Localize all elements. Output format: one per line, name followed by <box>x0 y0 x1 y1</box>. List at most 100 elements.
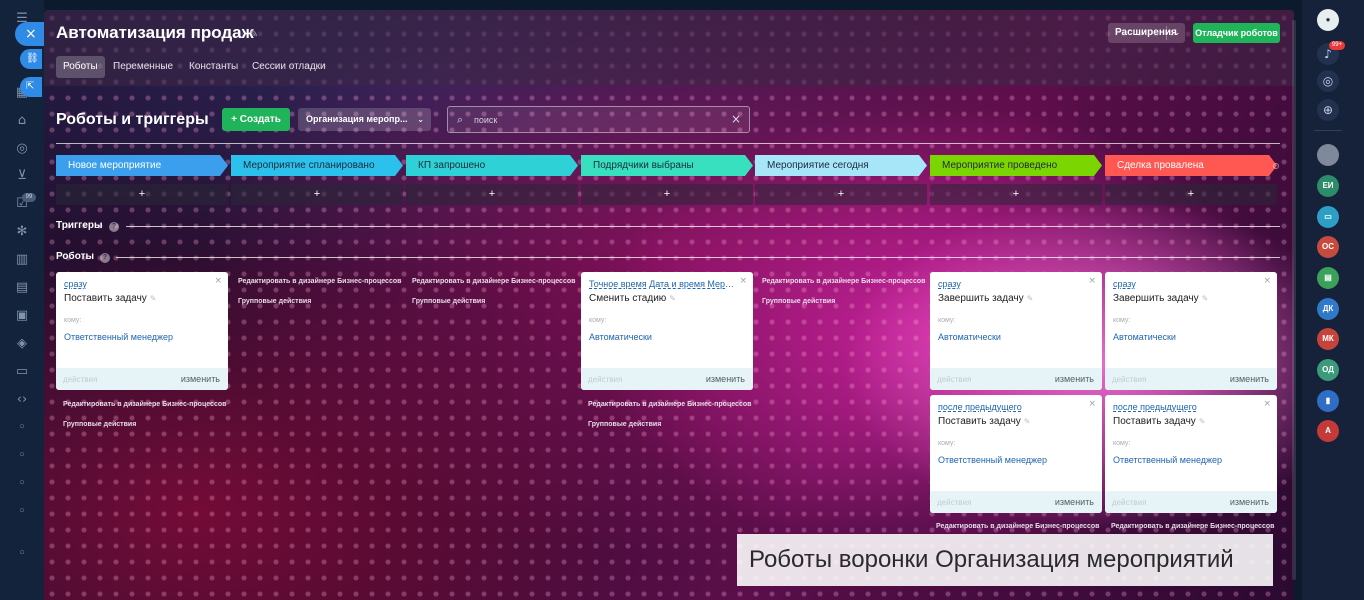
contact-avatar-bookmark[interactable]: ▮ <box>1317 390 1339 412</box>
more-icon[interactable]: ◦ <box>13 545 31 563</box>
pipeline-select[interactable]: Организация меропр... ⌄ <box>298 108 431 131</box>
contact-avatar-a[interactable]: А <box>1317 420 1339 442</box>
pin-icon[interactable]: ✎ <box>249 27 258 40</box>
edit-in-designer-link[interactable]: Редактировать в дизайнере Бизнес-процесс… <box>762 278 925 285</box>
close-icon[interactable]: × <box>739 276 747 286</box>
robot-delay-link[interactable]: сразу <box>938 279 961 289</box>
robot-actions-button[interactable]: действия <box>1112 498 1146 507</box>
contact-avatar-ei[interactable]: ЕИ <box>1317 175 1339 197</box>
robot-debugger-button[interactable]: Отладчик роботов <box>1193 23 1280 43</box>
user-avatar[interactable]: ● <box>1317 9 1339 31</box>
add-trigger-button[interactable]: + <box>231 184 403 205</box>
robot-card[interactable]: сразу × Завершить задачу ✎ кому: Автомати… <box>930 272 1102 390</box>
stage-settings-icon[interactable] <box>1273 163 1279 169</box>
close-icon[interactable]: × <box>1263 399 1271 409</box>
stage-event-today[interactable]: Мероприятие сегодня <box>755 155 927 176</box>
code-icon[interactable]: ‹› <box>13 391 31 409</box>
contact-avatar-od[interactable]: ОД <box>1317 359 1339 381</box>
contact-avatar-chat[interactable]: ▭ <box>1317 206 1339 228</box>
robot-card[interactable]: сразу × Поставить задачу ✎ кому: Ответств… <box>56 272 228 390</box>
robot-actions-button[interactable]: действия <box>63 375 97 384</box>
app-icon-3[interactable]: ◦ <box>13 475 31 493</box>
contact-avatar-mk[interactable]: МК <box>1317 328 1339 350</box>
store-icon[interactable]: ⌂ <box>13 112 31 130</box>
stage-new-event[interactable]: Новое мероприятие <box>56 155 228 176</box>
stage-deal-failed[interactable]: Сделка провалена <box>1105 155 1277 176</box>
pencil-icon[interactable]: ✎ <box>1202 294 1209 303</box>
robot-actions-button[interactable]: действия <box>937 375 971 384</box>
app-icon-mo[interactable]: ◦ <box>13 419 31 437</box>
add-trigger-button[interactable]: + <box>56 184 228 205</box>
create-button[interactable]: + Создать <box>222 108 290 131</box>
close-icon[interactable]: × <box>1088 399 1096 409</box>
search-box[interactable]: ⌕ × <box>447 106 750 133</box>
search-people-icon[interactable]: ⊕ <box>1317 99 1339 121</box>
edit-in-designer-link[interactable]: Редактировать в дизайнере Бизнес-процесс… <box>412 278 575 285</box>
contact-avatar-os[interactable]: ОС <box>1317 236 1339 258</box>
close-icon[interactable]: × <box>1263 276 1271 286</box>
extensions-button[interactable]: Расширения ⌄ <box>1108 23 1185 43</box>
robot-change-button[interactable]: изменить <box>1230 497 1269 507</box>
search-input[interactable] <box>474 112 724 127</box>
tab-variables[interactable]: Переменные <box>106 56 180 78</box>
contact-avatar-group[interactable]: ▤ <box>1317 267 1339 289</box>
contact-avatar-1[interactable] <box>1317 144 1339 166</box>
pencil-icon[interactable]: ✎ <box>150 294 157 303</box>
group-actions-link[interactable]: Групповые действия <box>412 298 485 305</box>
pencil-icon[interactable]: ✎ <box>1027 294 1034 303</box>
chevron-down-icon[interactable]: ⌄ <box>1173 23 1180 43</box>
app-icon-2[interactable]: ◦ <box>13 447 31 465</box>
robot-icon[interactable]: ▣ <box>13 307 31 325</box>
tab-robots[interactable]: Роботы <box>56 56 105 78</box>
stage-contractors-selected[interactable]: Подрядчики выбраны <box>581 155 753 176</box>
close-icon[interactable]: × <box>214 276 222 286</box>
settings-icon[interactable]: ✻ <box>13 223 31 241</box>
link-icon[interactable]: ⛓ <box>20 49 42 69</box>
target-icon[interactable]: ◎ <box>13 140 31 158</box>
help-icon[interactable]: ? <box>100 253 110 263</box>
add-trigger-button[interactable]: + <box>581 184 753 205</box>
robot-card[interactable]: после предыдущего × Поставить задачу ✎ ко… <box>1105 395 1277 513</box>
close-icon[interactable]: × <box>1088 276 1096 286</box>
pencil-icon[interactable]: ✎ <box>1024 417 1031 426</box>
pencil-icon[interactable]: ✎ <box>1199 417 1206 426</box>
pencil-icon[interactable]: ✎ <box>669 294 676 303</box>
edit-in-designer-link[interactable]: Редактировать в дизайнере Бизнес-процесс… <box>936 523 1099 530</box>
robot-delay-link[interactable]: Точное время Дата и время Мероприятия <box>589 279 739 289</box>
robot-change-button[interactable]: изменить <box>181 374 220 384</box>
add-trigger-button[interactable]: + <box>406 184 578 205</box>
edit-in-designer-link[interactable]: Редактировать в дизайнере Бизнес-процесс… <box>238 278 401 285</box>
robot-card[interactable]: Точное время Дата и время Мероприятия × … <box>581 272 753 390</box>
contacts-icon[interactable]: ▤ <box>13 279 31 297</box>
app-icon-4[interactable]: ◦ <box>13 503 31 521</box>
contact-avatar-dk[interactable]: ДК <box>1317 298 1339 320</box>
tab-constants[interactable]: Константы <box>182 56 245 78</box>
help-icon[interactable]: ? <box>109 222 119 232</box>
robot-actions-button[interactable]: действия <box>1112 375 1146 384</box>
robot-delay-link[interactable]: сразу <box>64 279 87 289</box>
robot-change-button[interactable]: изменить <box>1055 374 1094 384</box>
open-new-window-icon[interactable]: ⇱ <box>20 77 42 97</box>
scrollbar[interactable] <box>1292 20 1296 580</box>
robot-change-button[interactable]: изменить <box>1055 497 1094 507</box>
copilot-icon[interactable]: ◎ <box>1317 70 1339 92</box>
cart-icon[interactable]: ⊻ <box>13 167 31 185</box>
edit-in-designer-link[interactable]: Редактировать в дизайнере Бизнес-процесс… <box>1111 523 1274 530</box>
robot-card[interactable]: после предыдущего × Поставить задачу ✎ ко… <box>930 395 1102 513</box>
tab-debug-sessions[interactable]: Сессии отладки <box>245 56 333 78</box>
group-actions-link[interactable]: Групповые действия <box>762 298 835 305</box>
edit-in-designer-link[interactable]: Редактировать в дизайнере Бизнес-процесс… <box>588 401 751 408</box>
close-icon[interactable]: × <box>15 22 47 46</box>
analytics-icon[interactable]: ▥ <box>13 251 31 269</box>
add-trigger-button[interactable]: + <box>930 184 1102 205</box>
stage-event-held[interactable]: Мероприятие проведено <box>930 155 1102 176</box>
robot-actions-button[interactable]: действия <box>937 498 971 507</box>
clear-icon[interactable]: × <box>731 112 741 126</box>
stage-event-planned[interactable]: Мероприятие спланировано <box>231 155 403 176</box>
robot-change-button[interactable]: изменить <box>1230 374 1269 384</box>
robot-change-button[interactable]: изменить <box>706 374 745 384</box>
robot-delay-link[interactable]: после предыдущего <box>1113 402 1197 412</box>
robot-actions-button[interactable]: действия <box>588 375 622 384</box>
edit-in-designer-link[interactable]: Редактировать в дизайнере Бизнес-процесс… <box>63 401 226 408</box>
sites-icon[interactable]: ▭ <box>13 363 31 381</box>
